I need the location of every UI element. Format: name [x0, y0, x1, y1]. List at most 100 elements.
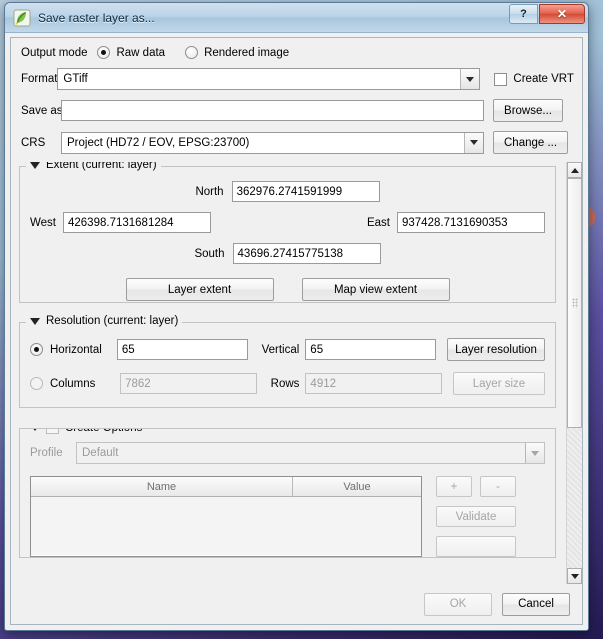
rows-input[interactable]: 4912: [305, 373, 442, 394]
dialog-inner-frame: Output mode Raw data Rendered image Form…: [10, 37, 583, 625]
dialog-scroll-area: Extent (current: layer) North 362976.274…: [11, 162, 582, 584]
window-controls: ? ✕: [509, 4, 585, 24]
profile-label: Profile: [30, 447, 63, 459]
west-label: West: [30, 216, 56, 229]
output-mode-label: Output mode: [21, 46, 88, 59]
radio-horizontal[interactable]: [30, 343, 43, 356]
table-header: Name Value: [31, 477, 421, 497]
radio-raw-data-label: Raw data: [116, 46, 166, 59]
change-crs-button[interactable]: Change ...: [493, 131, 569, 154]
rows-label: Rows: [270, 377, 300, 390]
scroll-up-button[interactable]: [567, 162, 582, 178]
chevron-down-icon[interactable]: [464, 132, 483, 153]
create-options-group: Create Options Profile Default: [19, 428, 556, 558]
remove-option-button[interactable]: -: [480, 476, 516, 497]
extent-title-label: Extent (current: layer): [46, 162, 157, 171]
create-vrt-checkbox[interactable]: [494, 72, 508, 86]
scroll-down-button[interactable]: [567, 568, 582, 584]
scrollbar-track[interactable]: [567, 178, 582, 568]
resolution-group-title[interactable]: Resolution (current: layer): [26, 315, 183, 327]
ok-button[interactable]: OK: [424, 592, 492, 616]
output-mode-row: Output mode Raw data Rendered image: [21, 46, 572, 59]
resolution-group: Resolution (current: layer) Horizontal 6…: [19, 315, 556, 408]
north-input[interactable]: 362976.2741591999: [231, 181, 380, 202]
help-button[interactable]: ?: [509, 4, 538, 24]
extent-buttons: Layer extent Map view extent: [30, 278, 545, 301]
vertical-label: Vertical: [261, 343, 300, 356]
vertical-scrollbar[interactable]: [566, 162, 582, 584]
extent-group: Extent (current: layer) North 362976.274…: [19, 162, 556, 303]
north-row: North 362976.2741591999: [30, 181, 545, 202]
create-options-actions: + - Validate: [436, 476, 516, 557]
horizontal-row: Horizontal 65 Vertical 65 Layer resoluti…: [30, 338, 545, 361]
radio-raw-data[interactable]: [97, 46, 111, 59]
columns-label: Columns: [50, 377, 96, 390]
close-button[interactable]: ✕: [539, 4, 585, 24]
east-input[interactable]: 937428.7131690353: [397, 212, 545, 233]
columns-row: Columns 7862 Rows 4912 Layer size: [30, 372, 545, 395]
profile-row: Profile Default: [30, 442, 545, 464]
vertical-input[interactable]: 65: [305, 339, 437, 360]
qgis-leaf-icon: [13, 9, 31, 27]
format-label: Format: [21, 73, 58, 85]
collapse-arrow-icon[interactable]: [30, 317, 40, 325]
radio-columns[interactable]: [30, 377, 43, 390]
profile-combobox[interactable]: Default: [76, 442, 545, 464]
crs-row: CRS Project (HD72 / EOV, EPSG:23700) Cha…: [21, 131, 572, 154]
title-bar[interactable]: Save raster layer as... ? ✕: [5, 3, 588, 33]
crs-label: CRS: [21, 136, 46, 149]
browse-button[interactable]: Browse...: [493, 99, 563, 122]
horizontal-label: Horizontal: [50, 343, 102, 356]
window-title: Save raster layer as...: [38, 10, 155, 25]
format-value: GTiff: [63, 73, 88, 85]
table-header-value: Value: [293, 477, 421, 497]
output-settings-form: Output mode Raw data Rendered image Form…: [11, 38, 582, 162]
chevron-down-icon[interactable]: [460, 69, 480, 89]
help-options-button[interactable]: [436, 536, 516, 557]
south-row: South 43696.27415775138: [30, 243, 545, 264]
west-east-row: West 426398.7131681284 East 937428.71316…: [30, 212, 545, 233]
profile-value: Default: [82, 447, 119, 459]
layer-size-button[interactable]: Layer size: [452, 372, 545, 395]
format-combobox[interactable]: GTiff: [57, 68, 481, 90]
radio-rendered-image-label: Rendered image: [204, 46, 290, 59]
map-view-extent-button[interactable]: Map view extent: [301, 278, 450, 301]
save-as-input[interactable]: [61, 100, 484, 121]
horizontal-input[interactable]: 65: [116, 339, 248, 360]
table-body: [31, 497, 421, 555]
collapse-arrow-icon[interactable]: [30, 162, 40, 169]
radio-rendered-image[interactable]: [185, 46, 199, 59]
create-options-table[interactable]: Name Value: [30, 476, 422, 557]
add-option-button[interactable]: +: [436, 476, 472, 497]
create-vrt-label: Create VRT: [513, 73, 574, 85]
cancel-button[interactable]: Cancel: [502, 592, 570, 616]
east-label: East: [366, 216, 390, 229]
collapse-arrow-icon[interactable]: [30, 429, 40, 431]
north-label: North: [195, 185, 224, 198]
layer-resolution-button[interactable]: Layer resolution: [447, 338, 545, 361]
create-options-table-row: Name Value + - Validate: [30, 476, 545, 557]
dialog-client-area: Output mode Raw data Rendered image Form…: [5, 33, 588, 630]
extent-group-title[interactable]: Extent (current: layer): [26, 162, 161, 171]
scrollbar-thumb[interactable]: [567, 178, 582, 428]
dialog-footer: OK Cancel: [11, 584, 582, 624]
crs-value: Project (HD72 / EOV, EPSG:23700): [67, 136, 250, 149]
columns-input[interactable]: 7862: [120, 373, 257, 394]
save-as-label: Save as: [21, 104, 63, 117]
layer-extent-button[interactable]: Layer extent: [125, 278, 274, 301]
scroll-content: Extent (current: layer) North 362976.274…: [11, 162, 566, 584]
create-options-title-label: Create Options: [65, 429, 142, 434]
validate-button[interactable]: Validate: [436, 506, 516, 527]
table-header-name: Name: [31, 477, 293, 497]
resolution-title-label: Resolution (current: layer): [46, 315, 179, 327]
format-row: Format GTiff Create VRT: [21, 68, 574, 90]
crs-combobox[interactable]: Project (HD72 / EOV, EPSG:23700): [61, 131, 484, 154]
create-options-checkbox[interactable]: [46, 429, 59, 434]
chevron-down-icon[interactable]: [525, 443, 544, 463]
south-input[interactable]: 43696.27415775138: [232, 243, 381, 264]
save-as-row: Save as Browse...: [21, 99, 572, 122]
create-options-group-title[interactable]: Create Options: [26, 429, 147, 434]
south-label: South: [194, 247, 225, 260]
west-input[interactable]: 426398.7131681284: [63, 212, 211, 233]
save-raster-layer-dialog: Save raster layer as... ? ✕ Output mode …: [4, 2, 589, 631]
